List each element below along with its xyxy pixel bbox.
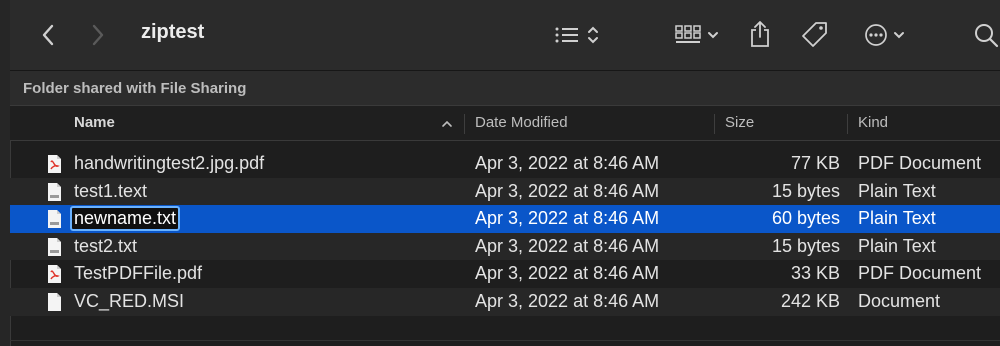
text-file-icon [47, 182, 62, 202]
pdf-file-icon [47, 264, 62, 284]
more-actions-button[interactable] [858, 20, 910, 50]
search-button[interactable] [972, 20, 1000, 50]
size-column-label: Size [725, 114, 755, 131]
file-name: VC_RED.MSI [74, 290, 185, 311]
chevron-down-icon [893, 32, 904, 39]
name-column-header[interactable]: Name [74, 106, 464, 140]
file-date: Apr 3, 2022 at 8:46 AM [475, 235, 660, 256]
back-button[interactable] [36, 20, 60, 50]
date-column-header[interactable]: Date Modified [475, 106, 568, 140]
list-view-icon [555, 27, 578, 43]
list-bottom-divider [10, 340, 1000, 341]
file-size: 15 bytes [771, 235, 840, 256]
table-row[interactable]: TestPDFFile.pdf Apr 3, 2022 at 8:46 AM 3… [10, 260, 1000, 288]
file-date: Apr 3, 2022 at 8:46 AM [475, 290, 660, 311]
file-date: Apr 3, 2022 at 8:46 AM [475, 208, 660, 229]
pdf-file-icon [47, 154, 62, 174]
file-date: Apr 3, 2022 at 8:46 AM [475, 180, 660, 201]
share-button[interactable] [744, 18, 776, 50]
kind-column-header[interactable]: Kind [858, 106, 888, 140]
ellipsis-circle-icon [864, 24, 887, 46]
view-options-button[interactable] [546, 20, 608, 50]
column-divider[interactable] [847, 114, 848, 134]
table-row[interactable]: handwritingtest2.jpg.pdf Apr 3, 2022 at … [10, 150, 1000, 178]
kind-column-label: Kind [858, 114, 889, 131]
file-name: test2.txt [74, 235, 138, 256]
text-file-icon [47, 237, 62, 257]
window-title: ziptest [141, 21, 205, 43]
forward-button[interactable] [86, 20, 110, 50]
file-kind: PDF Document [858, 153, 982, 173]
file-name: test1.text [74, 180, 148, 201]
tag-icon [802, 22, 827, 47]
table-row-selected[interactable]: newname.txt Apr 3, 2022 at 8:46 AM 60 by… [10, 205, 1000, 233]
text-file-icon [47, 209, 62, 229]
chevron-right-icon [92, 24, 104, 46]
file-date: Apr 3, 2022 at 8:46 AM [475, 263, 660, 284]
file-date: Apr 3, 2022 at 8:46 AM [475, 153, 660, 173]
file-size: 33 KB [790, 263, 840, 284]
toolbar: ziptest [10, 0, 1000, 71]
rename-input[interactable]: newname.txt [70, 206, 181, 232]
share-icon [751, 21, 769, 47]
file-kind: Plain Text [858, 235, 936, 256]
file-size: 60 bytes [771, 208, 840, 229]
date-column-label: Date Modified [475, 114, 568, 131]
table-row[interactable]: test2.txt Apr 3, 2022 at 8:46 AM 15 byte… [10, 232, 1000, 261]
search-icon [975, 24, 999, 48]
column-divider[interactable] [464, 114, 465, 134]
file-size: 15 bytes [771, 180, 840, 201]
column-divider[interactable] [714, 114, 715, 134]
file-list: handwritingtest2.jpg.pdf Apr 3, 2022 at … [10, 150, 1000, 316]
up-down-chevron-icon [588, 26, 598, 44]
column-header: Name Date Modified Size Kind [10, 106, 1000, 141]
grid-icon [674, 25, 701, 43]
file-kind: Plain Text [858, 180, 936, 201]
file-name: TestPDFFile.pdf [74, 263, 203, 284]
file-size: 242 KB [780, 290, 840, 311]
sort-chevron-up-icon [442, 120, 452, 127]
chevron-left-icon [42, 24, 54, 46]
file-name: handwritingtest2.jpg.pdf [74, 153, 265, 173]
rename-field[interactable]: newname.txt [70, 205, 181, 233]
file-kind: Plain Text [858, 208, 936, 229]
table-row[interactable]: VC_RED.MSI Apr 3, 2022 at 8:46 AM 242 KB… [10, 287, 1000, 316]
sharing-info-text: Folder shared with File Sharing [23, 80, 247, 97]
document-file-icon [47, 292, 62, 312]
size-column-header[interactable]: Size [725, 106, 754, 140]
file-size: 77 KB [790, 153, 840, 173]
chevron-down-icon [707, 32, 718, 39]
file-kind: Document [858, 290, 941, 311]
tags-button[interactable] [798, 18, 832, 50]
name-column-label: Name [74, 114, 115, 131]
sharing-info-bar: Folder shared with File Sharing [10, 71, 1000, 106]
file-kind: PDF Document [858, 263, 982, 284]
group-button[interactable] [668, 20, 724, 50]
table-row[interactable]: test1.text Apr 3, 2022 at 8:46 AM 15 byt… [10, 177, 1000, 206]
